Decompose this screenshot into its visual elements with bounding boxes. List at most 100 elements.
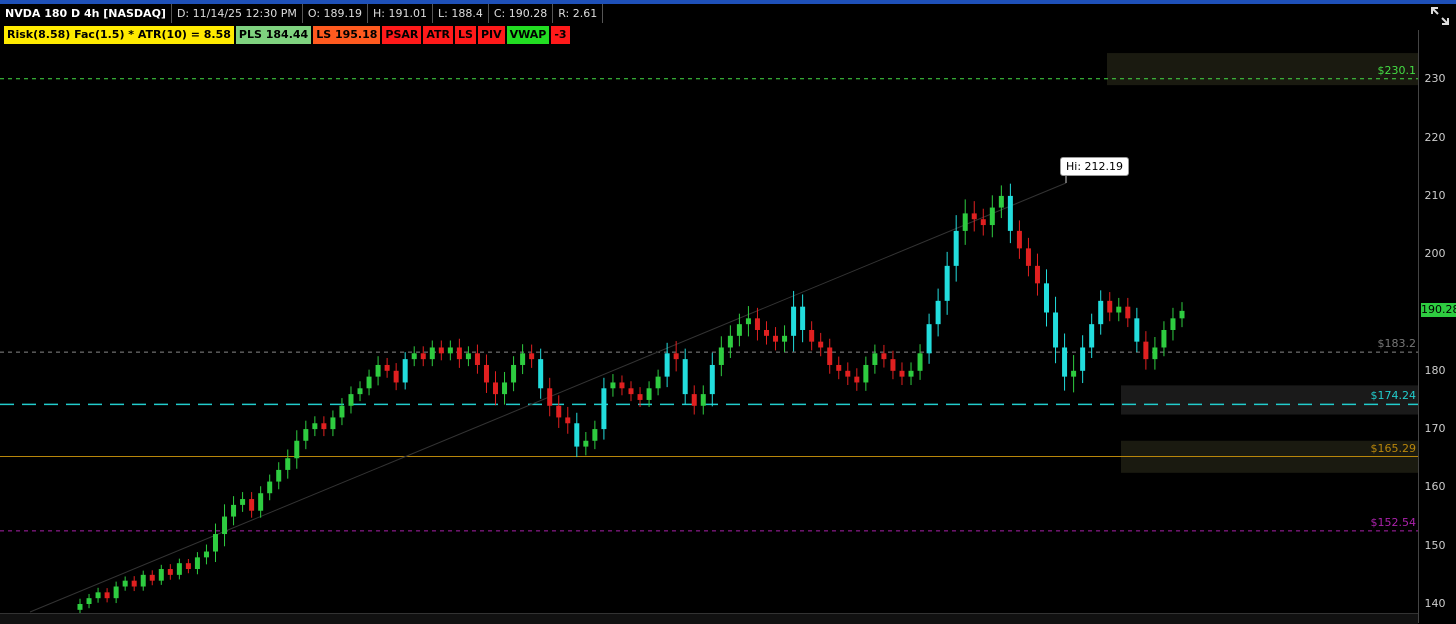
price-chart[interactable] <box>0 0 1418 623</box>
candle-body <box>953 230 959 266</box>
candle-body <box>285 458 291 470</box>
candle-body <box>601 388 607 430</box>
candle-body <box>447 347 453 354</box>
candle-body <box>474 353 480 365</box>
candle-body <box>1053 312 1059 348</box>
level-price-label: $174.24 <box>1370 389 1417 403</box>
candle-body <box>962 213 968 231</box>
candle-body <box>890 359 896 371</box>
candle-body <box>222 516 228 535</box>
candle-body <box>149 574 155 581</box>
candle-body <box>95 592 101 599</box>
candle-body <box>926 324 932 354</box>
candle-body <box>366 376 372 389</box>
candle-body <box>456 347 462 360</box>
candle-body <box>402 359 408 383</box>
candle-body <box>104 592 110 599</box>
candle-body <box>628 388 634 395</box>
candle-body <box>113 586 119 599</box>
high-marker-badge: Hi: 212.19 <box>1060 157 1130 176</box>
candle-body <box>1170 318 1176 330</box>
candle-body <box>167 569 173 575</box>
candle-body <box>276 469 282 482</box>
candle-body <box>529 353 535 360</box>
price-tick-label: 200 <box>1424 247 1446 261</box>
candle-body <box>465 353 471 360</box>
candle-body <box>493 382 499 395</box>
level-zone <box>1107 53 1418 86</box>
candle-body <box>1161 329 1167 348</box>
candle-body <box>1107 300 1113 313</box>
candle-body <box>664 353 670 377</box>
candle-body <box>249 499 255 511</box>
candle-body <box>619 382 625 389</box>
candle-body <box>718 347 724 365</box>
maximize-icon[interactable] <box>1430 6 1450 26</box>
price-tick-label: 150 <box>1424 538 1446 552</box>
candle-body <box>1143 341 1149 360</box>
candle-body <box>800 306 806 330</box>
candle-body <box>258 493 264 511</box>
candle-body <box>420 353 426 360</box>
level-price-label: $230.1 <box>1377 63 1417 77</box>
candle-body <box>538 359 544 389</box>
price-tick-label: 230 <box>1424 72 1446 86</box>
candle-body <box>791 306 797 336</box>
candle-body <box>673 353 679 360</box>
candle-body <box>1044 283 1050 313</box>
candle-body <box>438 347 444 354</box>
candle-body <box>583 440 589 447</box>
candle-body <box>330 417 336 430</box>
level-price-label: $152.54 <box>1370 515 1417 529</box>
candle-body <box>267 481 273 494</box>
candle-body <box>176 563 182 575</box>
candle-body <box>547 388 553 406</box>
candle-body <box>1179 310 1185 319</box>
candle-body <box>782 335 788 342</box>
candle-body <box>727 335 733 348</box>
last-price-tag: 190.28 <box>1421 303 1456 317</box>
candle-body <box>429 347 435 360</box>
candle-body <box>592 429 598 441</box>
candle-body <box>827 347 833 365</box>
candle-body <box>321 423 327 430</box>
candle-body <box>86 598 92 604</box>
level-price-label: $183.2 <box>1377 337 1417 351</box>
candle-body <box>691 394 697 406</box>
candle-body <box>411 353 417 360</box>
candle-body <box>1152 347 1158 360</box>
candle-body <box>1034 265 1040 284</box>
candle-body <box>1071 370 1077 377</box>
candle-body <box>131 580 137 587</box>
candle-body <box>836 364 842 371</box>
candle-body <box>384 364 390 371</box>
candle-body <box>1134 318 1140 342</box>
candle-body <box>917 353 923 371</box>
candle-body <box>1007 195 1013 231</box>
candle-body <box>375 364 381 377</box>
candle-body <box>610 382 616 389</box>
candle-body <box>312 423 318 430</box>
candle-body <box>872 353 878 365</box>
candle-body <box>294 440 300 459</box>
candle-body <box>1080 347 1086 371</box>
candle-body <box>231 504 237 517</box>
price-tick-label: 180 <box>1424 363 1446 377</box>
candle-body <box>240 499 246 505</box>
candle-body <box>194 557 200 570</box>
candle-body <box>483 364 489 383</box>
candle-body <box>989 207 995 226</box>
price-tick-label: 160 <box>1424 480 1446 494</box>
candle-body <box>682 359 688 395</box>
candle-body <box>77 604 83 610</box>
candle-body <box>140 574 146 587</box>
candle-body <box>773 335 779 342</box>
candle-body <box>709 364 715 395</box>
candle-body <box>185 563 191 570</box>
candle-body <box>565 417 571 424</box>
candle-body <box>511 364 517 383</box>
candle-body <box>998 195 1004 208</box>
candle-body <box>700 394 706 406</box>
candle-body <box>1098 300 1104 325</box>
candle-body <box>863 364 869 383</box>
